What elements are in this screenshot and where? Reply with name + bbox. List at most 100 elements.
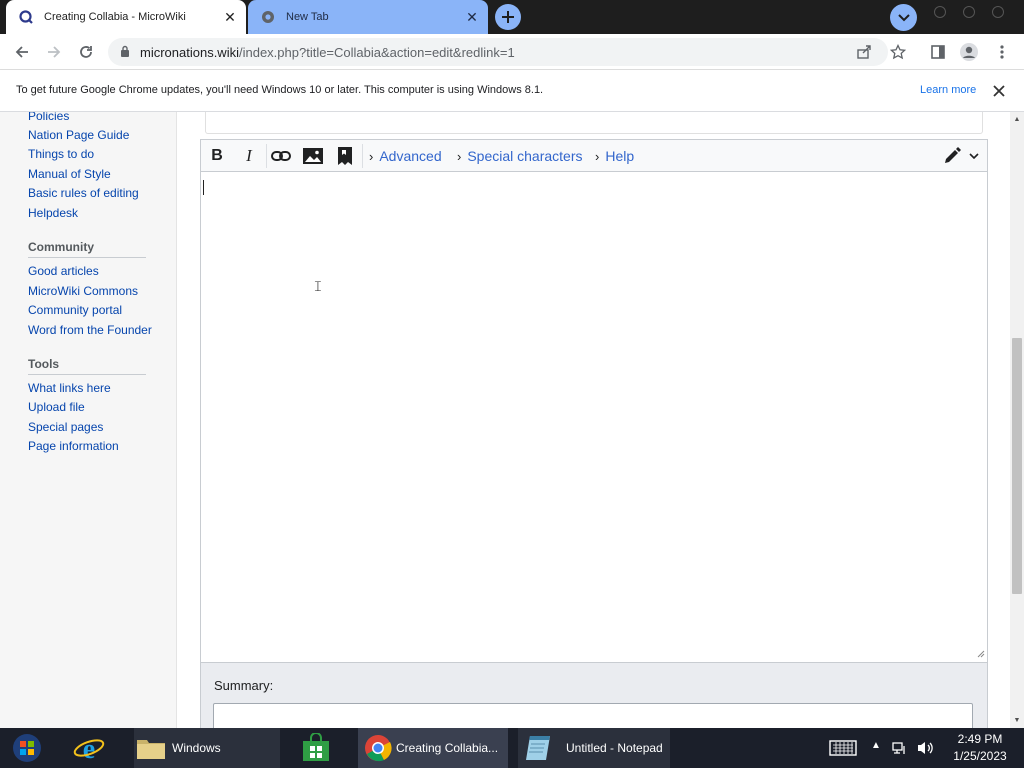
wiki-sidebar: Policies Nation Page Guide Things to do … [0, 112, 176, 728]
minimize-button[interactable] [934, 6, 946, 18]
lock-icon [120, 45, 130, 60]
sidebar-heading-tools: Tools [28, 357, 60, 371]
bold-button[interactable]: B [204, 144, 230, 168]
image-button[interactable] [300, 144, 326, 168]
forward-button[interactable] [42, 40, 66, 64]
star-icon [890, 44, 906, 60]
wikitext-editor: B I › Advanced › Special characters › He… [200, 139, 988, 663]
touch-keyboard-button[interactable] [829, 740, 857, 756]
pencil-icon [945, 147, 961, 163]
taskbar-item-notepad[interactable]: Untitled - Notepad [518, 728, 670, 768]
tab-new-tab[interactable]: New Tab ✕ [248, 0, 488, 34]
new-tab-button[interactable] [495, 4, 521, 30]
sidebar-link-things-to-do[interactable]: Things to do [28, 147, 94, 161]
sidebar-link-special-pages[interactable]: Special pages [28, 420, 103, 434]
sidebar-link-page-information[interactable]: Page information [28, 439, 119, 453]
bookmark-star-button[interactable] [886, 40, 910, 64]
sidebar-link-what-links-here[interactable]: What links here [28, 381, 111, 395]
taskbar-item-label: Windows [172, 741, 221, 755]
ibeam-cursor-icon: 𝙸 [313, 278, 323, 294]
side-panel-icon [931, 45, 945, 59]
sidebar-link-word-from-founder[interactable]: Word from the Founder [28, 323, 152, 337]
system-clock[interactable]: 2:49 PM 1/25/2023 [940, 731, 1020, 765]
edit-notice-box [205, 112, 983, 134]
url-path: /index.php?title=Collabia&action=edit&re… [238, 44, 515, 60]
close-infobar-icon[interactable] [990, 82, 1008, 100]
reload-button[interactable] [74, 40, 98, 64]
network-icon[interactable] [892, 740, 908, 756]
special-characters-link[interactable]: › Special characters [457, 148, 583, 164]
advanced-label: Advanced [379, 148, 442, 164]
reference-button[interactable] [332, 144, 358, 168]
side-panel-button[interactable] [926, 40, 950, 64]
link-icon [271, 151, 291, 161]
sidebar-link-upload-file[interactable]: Upload file [28, 400, 85, 414]
sidebar-link-policies[interactable]: Policies [28, 112, 69, 123]
content-area: B I › Advanced › Special characters › He… [176, 112, 1010, 728]
infobar-message: To get future Google Chrome updates, you… [16, 84, 544, 96]
sidebar-link-nation-page-guide[interactable]: Nation Page Guide [28, 128, 129, 142]
chevron-right-icon: › [369, 148, 374, 164]
sidebar-link-community-portal[interactable]: Community portal [28, 303, 122, 317]
summary-label: Summary: [214, 678, 274, 693]
internet-explorer-button[interactable]: e [72, 733, 106, 765]
volume-icon[interactable] [916, 740, 934, 756]
taskbar-item-windows[interactable]: Windows [134, 728, 280, 768]
close-tab-icon[interactable]: ✕ [462, 7, 482, 27]
close-tab-icon[interactable]: ✕ [220, 7, 240, 27]
start-orb-icon [13, 734, 41, 762]
sidebar-link-good-articles[interactable]: Good articles [28, 264, 99, 278]
scroll-down-arrow-icon[interactable]: ▼ [1012, 715, 1022, 725]
scroll-up-arrow-icon[interactable]: ▲ [1012, 114, 1022, 124]
italic-button[interactable]: I [236, 144, 262, 168]
special-characters-label: Special characters [467, 148, 583, 164]
chevron-right-icon: › [595, 148, 600, 164]
tab-search-button[interactable] [890, 4, 917, 31]
scroll-thumb[interactable] [1012, 338, 1022, 594]
tab-title: Creating Collabia - MicroWiki [44, 11, 186, 23]
keyboard-icon [829, 740, 857, 756]
menu-button[interactable] [990, 40, 1014, 64]
sidebar-link-manual-of-style[interactable]: Manual of Style [28, 167, 111, 181]
learn-more-link[interactable]: Learn more [920, 84, 976, 96]
back-button[interactable] [10, 40, 34, 64]
summary-panel: Summary: [200, 663, 988, 728]
chevron-down-icon [897, 13, 910, 21]
summary-input[interactable] [213, 703, 973, 728]
address-bar[interactable]: micronations.wiki/index.php?title=Collab… [108, 38, 888, 66]
tab-title: New Tab [286, 11, 329, 23]
sidebar-heading-community: Community [28, 240, 94, 254]
store-bag-icon [303, 732, 329, 761]
sidebar-link-helpdesk[interactable]: Helpdesk [28, 206, 78, 220]
back-arrow-icon [15, 46, 28, 58]
resize-grip-icon[interactable] [975, 648, 985, 658]
chrome-icon [365, 735, 392, 762]
link-button[interactable] [268, 144, 294, 168]
sidebar-link-basic-rules[interactable]: Basic rules of editing [28, 186, 139, 200]
bookmark-reference-icon [338, 147, 352, 165]
text-caret [203, 180, 204, 195]
maximize-button[interactable] [963, 6, 975, 18]
start-button[interactable] [10, 733, 44, 763]
chevron-right-icon: › [457, 148, 462, 164]
store-button[interactable] [300, 732, 332, 763]
taskbar-item-chrome[interactable]: Creating Collabia... [358, 728, 508, 768]
profile-button[interactable] [957, 40, 981, 64]
divider [28, 257, 146, 258]
tab-creating-collabia[interactable]: Creating Collabia - MicroWiki ✕ [6, 0, 246, 34]
taskbar-item-label: Untitled - Notepad [566, 741, 663, 755]
wikitext-textarea[interactable] [201, 172, 987, 662]
close-window-button[interactable] [992, 6, 1004, 18]
sidebar-link-commons[interactable]: MicroWiki Commons [28, 284, 138, 298]
url-host: micronations.wiki [140, 44, 239, 60]
advanced-menu-link[interactable]: › Advanced [369, 148, 442, 164]
image-icon [303, 148, 323, 164]
help-link[interactable]: › Help [595, 148, 634, 164]
page-scrollbar[interactable]: ▲ ▼ [1010, 112, 1024, 728]
share-icon[interactable] [856, 44, 872, 63]
editing-mode-switch[interactable] [939, 144, 983, 168]
chevron-down-icon [969, 153, 979, 159]
show-hidden-icons-chevron-icon[interactable]: ▲ [871, 740, 881, 756]
wiki-favicon-icon [18, 9, 34, 25]
clock-date: 1/25/2023 [953, 749, 1007, 763]
